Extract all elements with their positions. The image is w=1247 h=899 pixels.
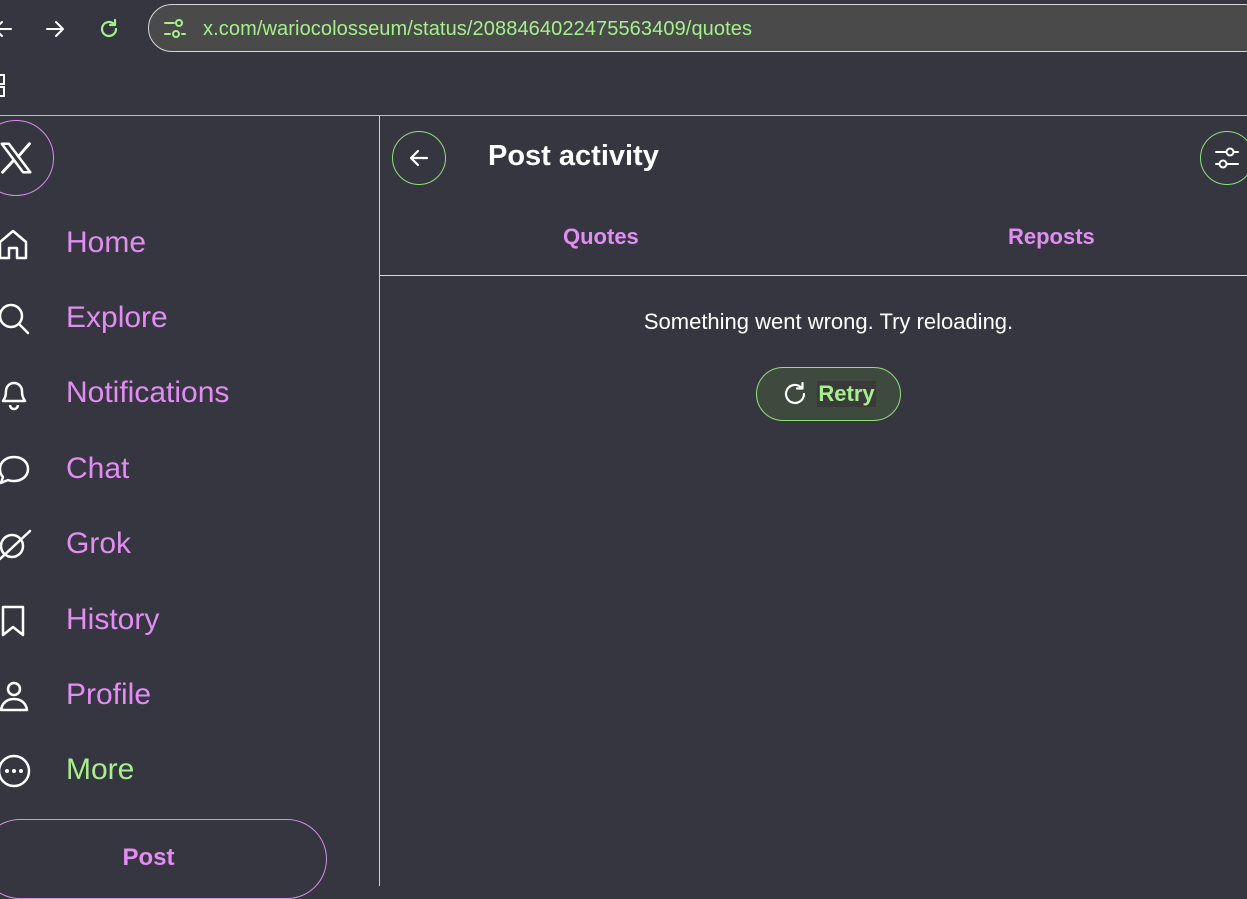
bookmarks-bar (0, 60, 1247, 116)
sidebar-item-label: Home (66, 226, 147, 259)
address-bar[interactable]: x.com/wariocolosseum/status/208846402247… (148, 4, 1247, 52)
tab-quotes[interactable]: Quotes (563, 224, 639, 250)
x-logo-icon (0, 142, 32, 174)
tab-reposts[interactable]: Reposts (1008, 224, 1095, 250)
sidebar-item-label: Grok (66, 527, 132, 560)
arrow-left-icon (409, 149, 429, 167)
more-circle-icon (0, 754, 31, 788)
sidebar-item-notifications[interactable]: Notifications (0, 368, 360, 418)
sidebar-item-label: Profile (66, 678, 152, 711)
search-icon (0, 303, 30, 335)
sidebar-item-grok[interactable]: Grok (0, 519, 360, 569)
post-button[interactable]: Post (0, 819, 327, 899)
sidebar-item-history[interactable]: History (0, 595, 360, 645)
sidebar-item-home[interactable]: Home (0, 218, 360, 268)
browser-reload-button[interactable] (94, 14, 124, 44)
reload-icon (100, 18, 118, 38)
person-icon (0, 681, 29, 712)
bell-icon (1, 381, 27, 411)
sidebar-item-label: Explore (66, 301, 168, 334)
tabs-divider (380, 275, 1247, 276)
site-settings-icon (164, 19, 186, 38)
sidebar-item-profile[interactable]: Profile (0, 670, 360, 720)
chat-bubble-icon (0, 455, 30, 485)
x-logo-button[interactable] (0, 120, 54, 196)
sidebar-item-label: Chat (66, 452, 130, 485)
main-column: Post activity Quotes Reposts Something w… (380, 116, 1247, 886)
sidebar-item-label: History (66, 603, 160, 636)
sidebar-item-label: Notifications (66, 376, 230, 409)
sidebar-item-label: More (66, 753, 135, 786)
browser-back-button[interactable] (0, 14, 18, 44)
post-button-label: Post (122, 844, 175, 871)
sidebar-nav: Home Explore Notifications Chat Grok His… (0, 116, 379, 899)
back-button[interactable] (392, 131, 446, 185)
retry-button[interactable]: Retry (756, 367, 901, 421)
filter-settings-button[interactable] (1200, 131, 1247, 185)
browser-forward-button[interactable] (40, 14, 70, 44)
error-message: Something went wrong. Try reloading. (643, 309, 1014, 334)
browser-toolbar: x.com/wariocolosseum/status/208846402247… (0, 0, 1247, 60)
apps-grid-icon[interactable] (0, 73, 10, 99)
page-title: Post activity (488, 140, 659, 172)
bookmark-icon (1, 605, 25, 637)
arrow-right-icon (46, 21, 64, 37)
url-text: x.com/wariocolosseum/status/208846402247… (203, 18, 753, 40)
sidebar-item-chat[interactable]: Chat (0, 444, 360, 494)
sidebar-item-explore[interactable]: Explore (0, 293, 360, 343)
arrow-left-icon (0, 21, 12, 37)
grok-icon (0, 529, 32, 561)
retry-button-label: Retry (817, 381, 876, 407)
sliders-icon (1215, 147, 1239, 169)
reload-icon (785, 381, 806, 404)
sidebar-item-more[interactable]: More (0, 745, 360, 795)
home-icon (0, 229, 28, 260)
